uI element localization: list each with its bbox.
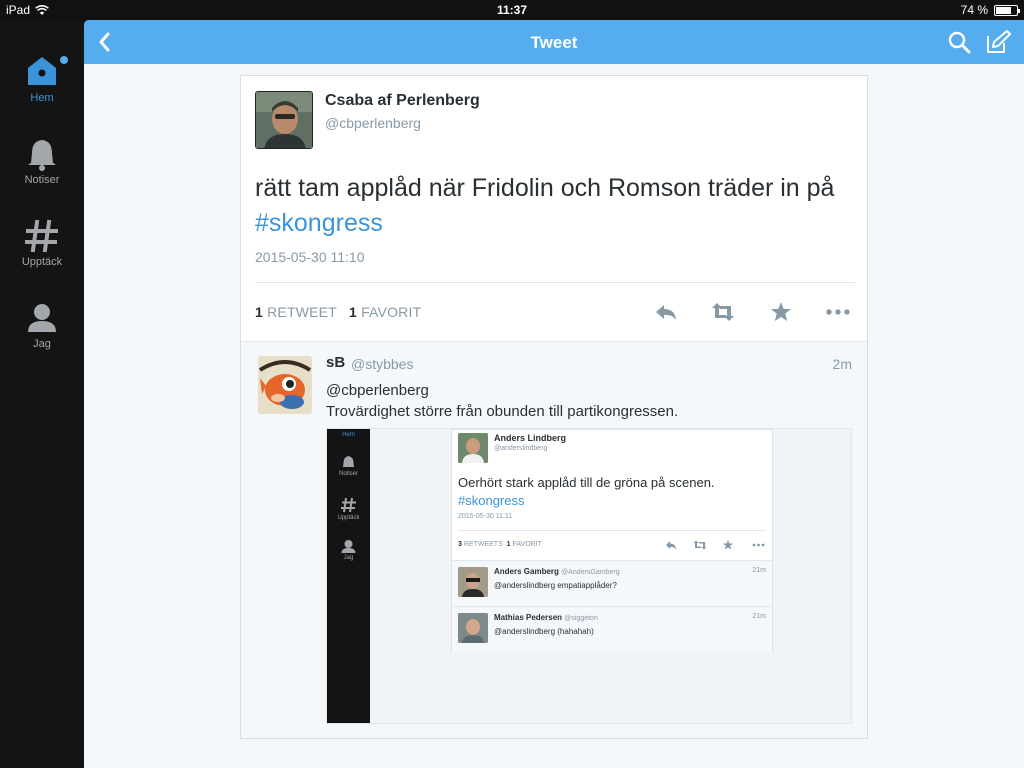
- bell-icon: [28, 140, 56, 171]
- retweet-count: 1: [255, 304, 263, 320]
- embedded-retweet-count: 3: [458, 541, 462, 548]
- embedded-reply-photo: [458, 567, 488, 597]
- retweet-stat[interactable]: 1 RETWEET: [255, 304, 337, 320]
- sidebar-item-notiser[interactable]: Notiser: [0, 136, 84, 186]
- embedded-stats: 3 RETWEETS 1 FAVORIT: [458, 541, 542, 548]
- embedded-reply-author-name: Mathias Pedersen: [494, 613, 563, 622]
- sidebar-item-label: Notiser: [24, 174, 60, 186]
- retweet-label: RETWEET: [267, 304, 337, 320]
- hashtag-icon: [25, 219, 58, 253]
- divider: [458, 530, 766, 531]
- embedded-retweet-label: RETWEETS: [463, 541, 503, 548]
- sidebar-item-label: Jag: [33, 338, 51, 350]
- retweet-icon[interactable]: [709, 298, 737, 326]
- embedded-action-icons: [666, 540, 765, 550]
- embedded-reply-author: Anders Gamberg @AndersGamberg: [494, 567, 620, 576]
- embedded-sidebar: Hem Notiser Upptäck Jag: [327, 429, 370, 723]
- sidebar-item-hem[interactable]: Hem: [0, 54, 84, 104]
- embedded-tweet-body: Oerhört stark applåd till de gröna på sc…: [458, 475, 715, 490]
- clock: 11:37: [496, 3, 528, 17]
- sidebar-item-label: Upptäck: [21, 256, 63, 268]
- page-title: Tweet: [530, 33, 578, 52]
- home-icon: [28, 57, 56, 85]
- author-photo: [256, 92, 312, 148]
- favorite-icon[interactable]: [767, 298, 795, 326]
- battery-percent: 74 %: [960, 3, 988, 17]
- reply-author-name[interactable]: sB: [326, 354, 345, 371]
- sidebar: Hem Notiser Upptäck Jag: [0, 20, 84, 768]
- embedded-nav-label: Upptäck: [337, 515, 360, 521]
- reply-avatar[interactable]: [258, 356, 312, 414]
- hashtag-icon: [341, 497, 356, 513]
- embedded-tweet-card: Anders Lindberg @anderslindberg Oerhört …: [451, 429, 773, 652]
- reply-mention[interactable]: @cbperlenberg: [326, 380, 678, 401]
- search-icon[interactable]: [946, 29, 972, 55]
- compose-icon[interactable]: [984, 28, 1012, 56]
- embedded-reply-avatar: [458, 567, 488, 597]
- favorite-label: FAVORIT: [361, 304, 422, 320]
- embedded-author-name: Anders Lindberg: [494, 433, 567, 443]
- author-avatar[interactable]: [255, 91, 313, 149]
- embedded-reply-author: Mathias Pedersen @siggeton: [494, 613, 598, 622]
- embedded-author-avatar: [458, 433, 488, 463]
- embedded-reply-avatar: [458, 613, 488, 643]
- embedded-reply-time: 21m: [752, 613, 766, 620]
- tweet-detail-card: Csaba af Perlenberg @cbperlenberg rätt t…: [240, 75, 868, 739]
- embedded-nav-label: Hem: [342, 432, 355, 438]
- embedded-reply-item: Mathias Pedersen @siggeton 21m @andersli…: [452, 606, 772, 652]
- embedded-reply-author-name: Anders Gamberg: [494, 567, 559, 576]
- person-icon: [341, 540, 356, 553]
- bell-icon: [343, 456, 354, 467]
- embedded-nav-jag: Jag: [327, 539, 370, 561]
- embedded-nav-label: Jag: [343, 555, 354, 561]
- embedded-nav-upptack: Upptäck: [327, 497, 370, 521]
- embedded-author-handle: @anderslindberg: [494, 445, 548, 452]
- sidebar-item-label: Hem: [30, 92, 54, 104]
- favorite-count: 1: [348, 304, 357, 320]
- embedded-reply-text: @anderslindberg empatiapplåder?: [494, 581, 617, 590]
- favorite-stat[interactable]: 1 FAVORIT: [349, 304, 421, 320]
- embedded-favorite-label: FAVORIT: [512, 541, 542, 548]
- embedded-tweet-text: Oerhört stark applåd till de gröna på sc…: [458, 474, 758, 510]
- embedded-nav-label: Notiser: [338, 471, 358, 477]
- attached-image[interactable]: Hem Notiser Upptäck Jag Anders Lindberg …: [326, 428, 852, 724]
- hashtag-link[interactable]: #skongress: [255, 209, 383, 237]
- embedded-reply-time: 21m: [752, 567, 766, 574]
- embedded-author-photo: [458, 433, 488, 463]
- embedded-reply-item: Anders Gamberg @AndersGamberg 21m @ander…: [452, 560, 772, 606]
- reply-body: Trovärdighet större från obunden till pa…: [326, 403, 679, 420]
- reply-text: @cbperlenberg Trovärdighet större från o…: [326, 380, 678, 422]
- tweet-body: rätt tam applåd när Fridolin och Romson …: [255, 174, 835, 202]
- sidebar-item-jag[interactable]: Jag: [0, 300, 84, 350]
- embedded-timestamp: 2015-05-30 11:11: [458, 513, 513, 520]
- tweet-timestamp: 2015-05-30 11:10: [255, 249, 365, 265]
- reply-icon[interactable]: [652, 298, 680, 326]
- battery-icon: [994, 4, 1020, 16]
- embedded-reply-photo: [458, 613, 488, 643]
- embedded-hashtag: #skongress: [458, 493, 525, 508]
- divider: [255, 282, 855, 283]
- top-navbar: Tweet: [84, 20, 1024, 64]
- reply-time: 2m: [832, 356, 852, 372]
- author-name[interactable]: Csaba af Perlenberg: [325, 92, 480, 110]
- embedded-reply-author-handle: @AndersGamberg: [561, 569, 620, 576]
- more-icon[interactable]: [824, 298, 852, 326]
- embedded-favorite-count: 1: [506, 541, 511, 548]
- reply-avatar-image: [258, 356, 312, 414]
- embedded-reply-text: @anderslindberg (hahahah): [494, 627, 594, 636]
- reply-tweet[interactable]: sB @stybbes 2m @cbperlenberg Trovärdighe…: [241, 341, 867, 738]
- sidebar-item-upptack[interactable]: Upptäck: [0, 218, 84, 268]
- notification-dot: [60, 56, 68, 64]
- main-pane: Tweet Csaba af Perlenberg @cbperlenberg …: [84, 20, 1024, 768]
- tweet-text: rätt tam applåd när Fridolin och Romson …: [255, 171, 855, 241]
- person-icon: [28, 304, 56, 332]
- embedded-nav-notiser: Notiser: [327, 455, 370, 477]
- tweet-stats: 1 RETWEET 1 FAVORIT: [255, 304, 421, 320]
- status-bar: iPad 11:37 74 %: [0, 0, 1024, 20]
- embedded-nav-hem: Hem: [327, 432, 370, 438]
- embedded-reply-author-handle: @siggeton: [564, 615, 598, 622]
- author-handle[interactable]: @cbperlenberg: [325, 115, 421, 131]
- reply-author-handle[interactable]: @stybbes: [351, 356, 413, 372]
